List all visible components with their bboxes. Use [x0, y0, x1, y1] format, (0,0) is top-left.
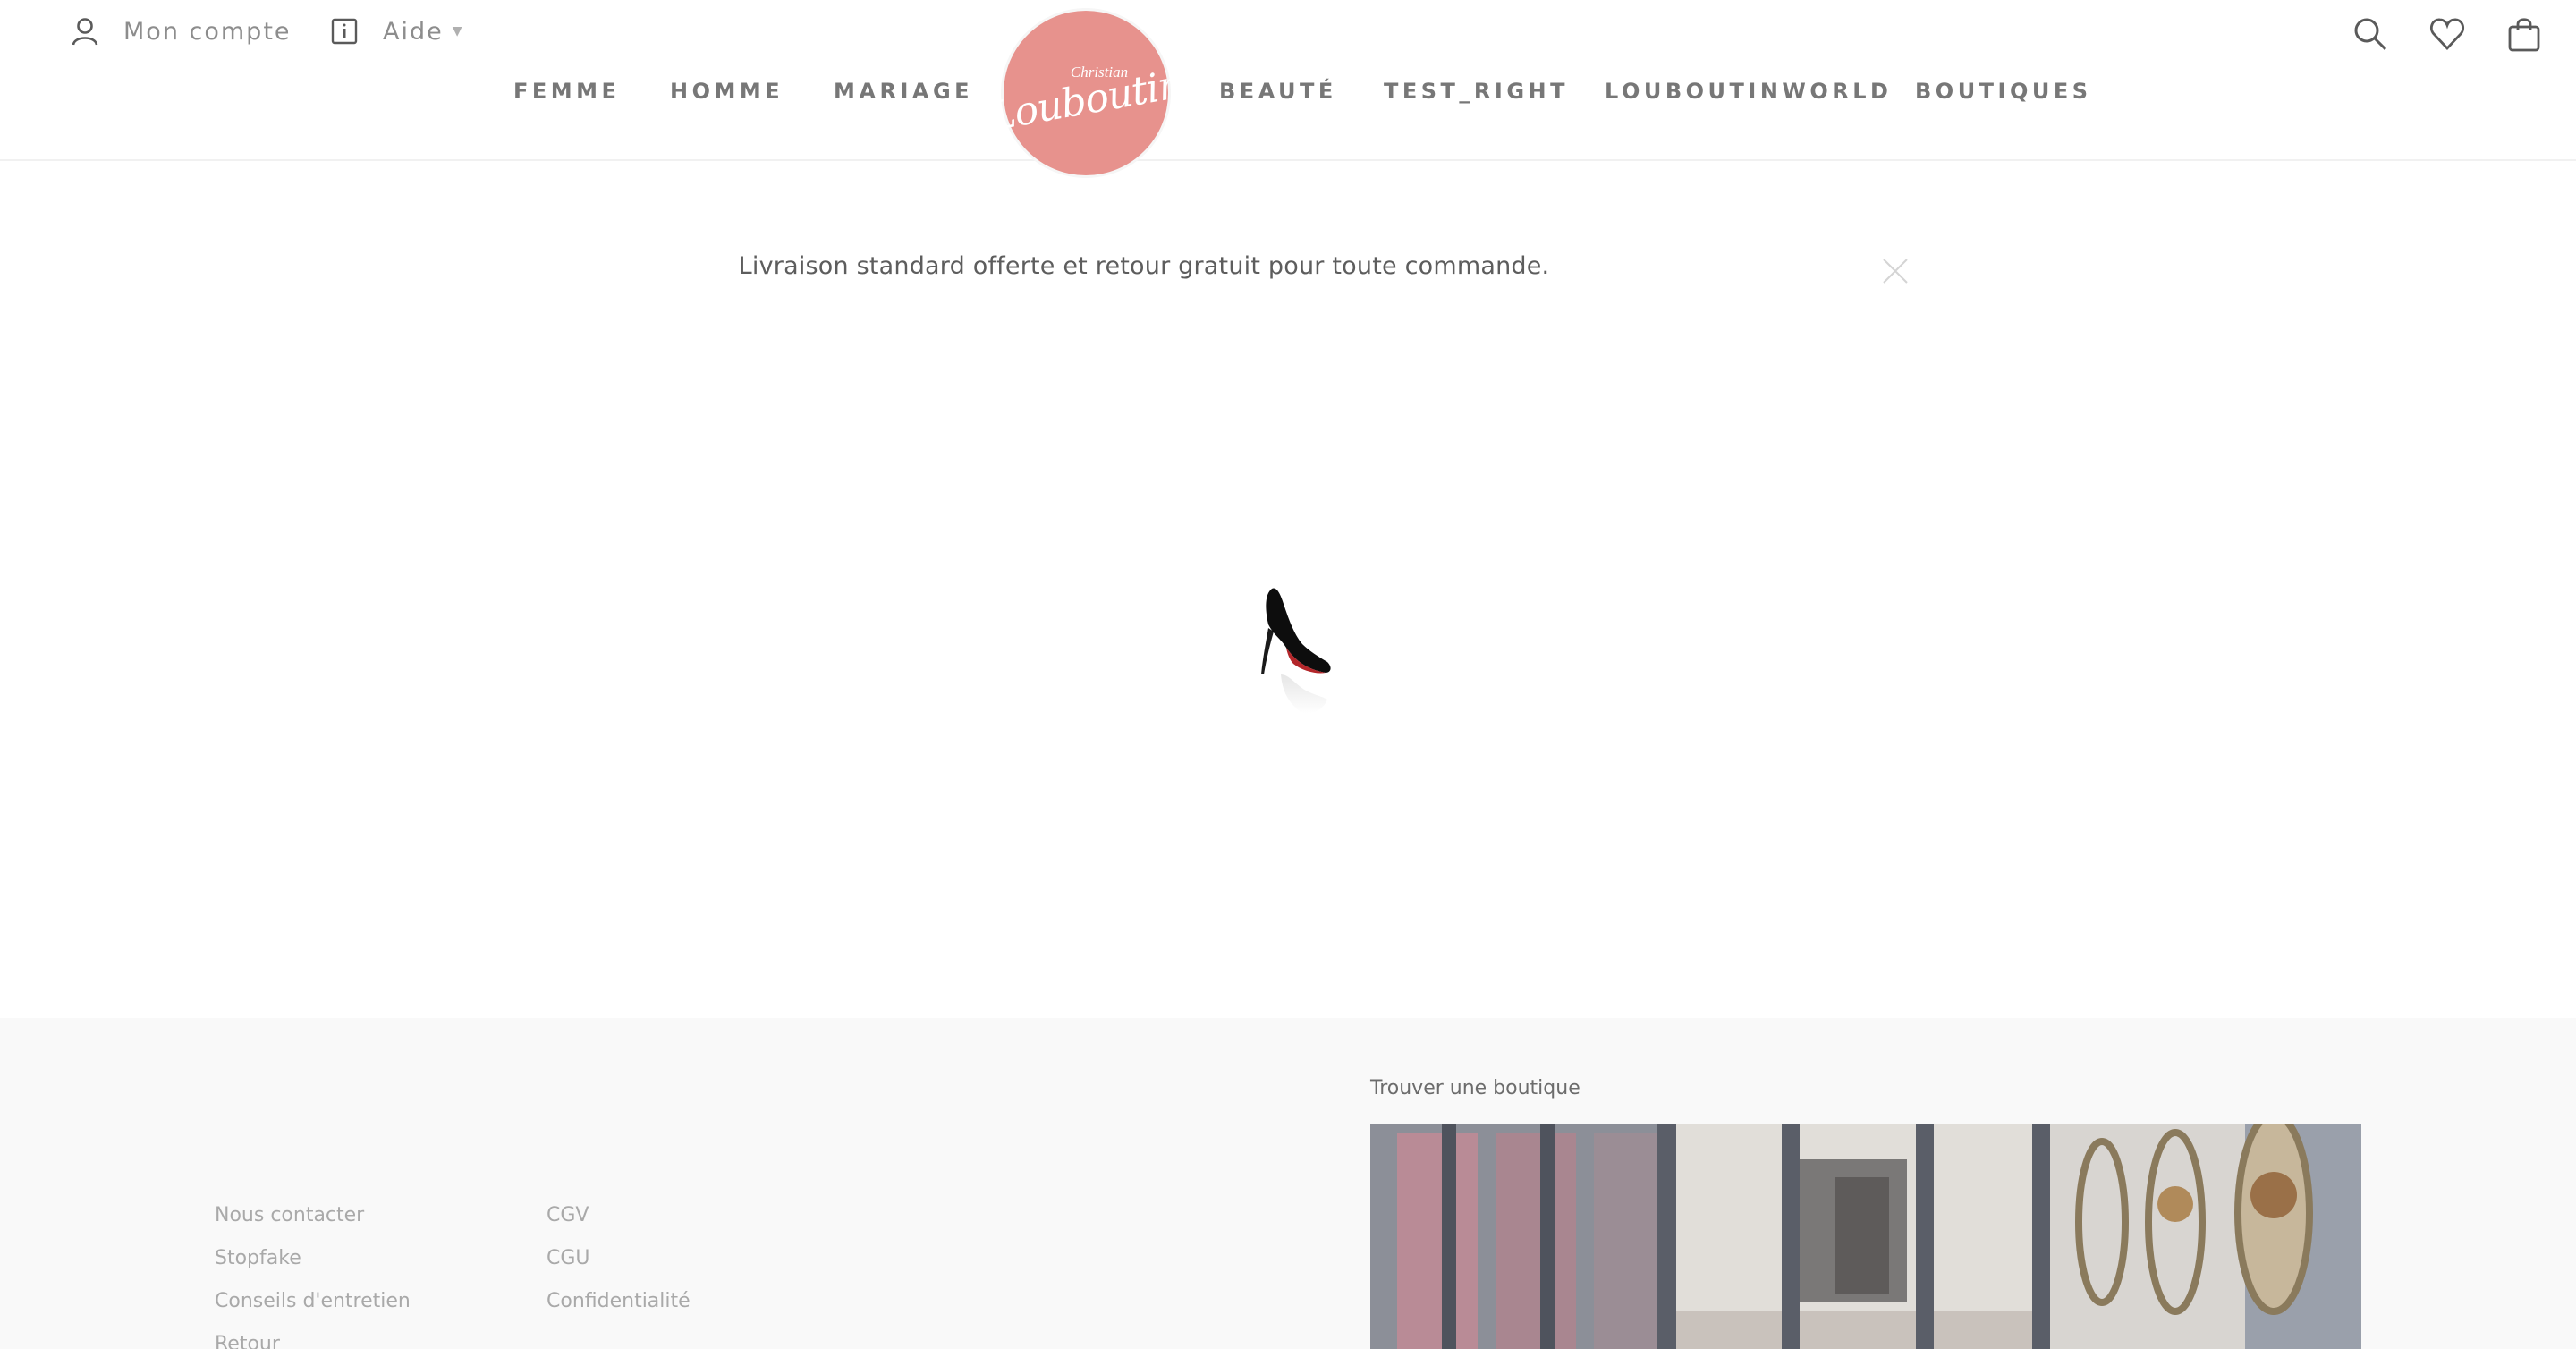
header-actions [2352, 14, 2542, 54]
shipping-banner: Livraison standard offerte et retour gra… [0, 252, 2576, 284]
footer-link-cgu[interactable]: CGU [547, 1249, 691, 1268]
heart-icon[interactable] [2429, 14, 2465, 54]
site-header: Mon compte Aide ▼ FEMME HOMME MARIAGE BE… [0, 0, 2576, 175]
site-footer: Nous contacter Stopfake Conseils d'entre… [0, 1018, 2576, 1349]
loading-shoe-icon [1254, 581, 1340, 725]
banner-text: Livraison standard offerte et retour gra… [738, 252, 1550, 280]
footer-link-returns[interactable]: Retour [215, 1335, 411, 1349]
footer-links-primary: Nous contacter Stopfake Conseils d'entre… [215, 1206, 411, 1349]
find-store-link[interactable]: Trouver une boutique [1370, 1077, 1580, 1099]
help-label: Aide [383, 17, 444, 46]
footer-link-contact[interactable]: Nous contacter [215, 1206, 411, 1226]
footer-link-privacy[interactable]: Confidentialité [547, 1292, 691, 1311]
nav-item-beaute[interactable]: BEAUTÉ [1219, 79, 1337, 104]
chevron-down-icon: ▼ [452, 24, 462, 38]
help-menu[interactable]: Aide ▼ [329, 16, 462, 47]
bag-icon[interactable] [2506, 14, 2542, 54]
nav-item-femme[interactable]: FEMME [513, 79, 620, 104]
main-nav: FEMME HOMME MARIAGE BEAUTÉ TEST_RIGHT LO… [0, 79, 2576, 111]
footer-link-care[interactable]: Conseils d'entretien [215, 1292, 411, 1311]
account-link[interactable]: Mon compte [70, 16, 292, 47]
search-icon[interactable] [2352, 14, 2388, 54]
nav-item-louboutinworld[interactable]: LOUBOUTINWORLD [1605, 79, 1892, 104]
nav-item-test-right[interactable]: TEST_RIGHT [1384, 79, 1569, 104]
footer-links-legal: CGV CGU Confidentialité [547, 1206, 691, 1311]
info-icon [329, 16, 360, 47]
footer-link-stopfake[interactable]: Stopfake [215, 1249, 411, 1268]
nav-item-boutiques[interactable]: BOUTIQUES [1915, 79, 2092, 104]
user-icon [70, 16, 100, 47]
account-label: Mon compte [123, 17, 292, 46]
brand-logo[interactable]: Christian Louboutin [986, 11, 1186, 175]
nav-item-mariage[interactable]: MARIAGE [834, 79, 973, 104]
footer-link-cgv[interactable]: CGV [547, 1206, 691, 1226]
store-image[interactable] [1370, 1124, 2361, 1349]
close-icon[interactable] [1882, 258, 1909, 284]
nav-item-homme[interactable]: HOMME [670, 79, 784, 104]
